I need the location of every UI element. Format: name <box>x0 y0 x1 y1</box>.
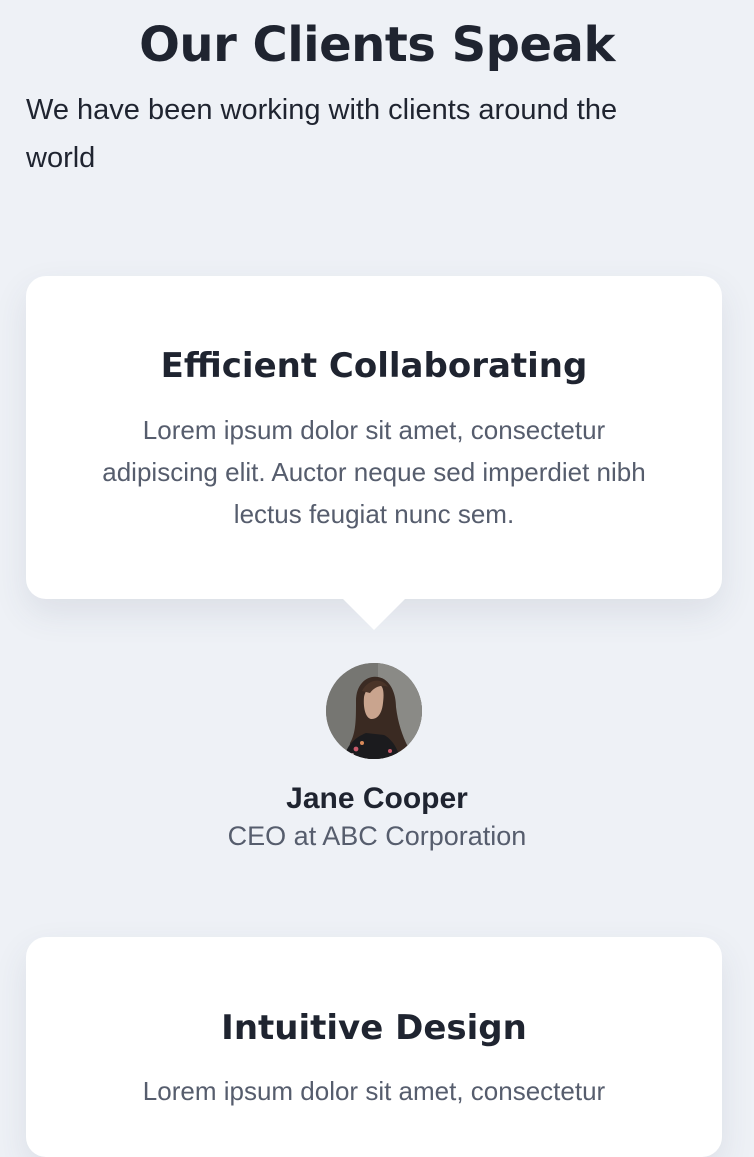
page-title: Our Clients Speak <box>139 17 615 73</box>
testimonial-title: Efficient Collaborating <box>160 346 588 386</box>
avatar-photo-icon <box>326 663 422 759</box>
testimonial-text: Lorem ipsum dolor sit amet, consectetur … <box>102 415 646 529</box>
author-role: CEO at ABC Corporation <box>227 821 527 851</box>
speech-pointer <box>342 598 406 630</box>
testimonial-title: Intuitive Design <box>221 1008 527 1048</box>
testimonial-card: Efficient Collaborating Lorem ipsum dolo… <box>26 276 722 630</box>
avatar <box>326 663 422 759</box>
testimonial-text: Lorem ipsum dolor sit amet, consectetur <box>142 1076 606 1106</box>
page-subtitle: We have been working with clients around… <box>26 94 618 174</box>
testimonial-card: Intuitive Design Lorem ipsum dolor sit a… <box>26 937 722 1157</box>
author-name: Jane Cooper <box>286 782 468 815</box>
